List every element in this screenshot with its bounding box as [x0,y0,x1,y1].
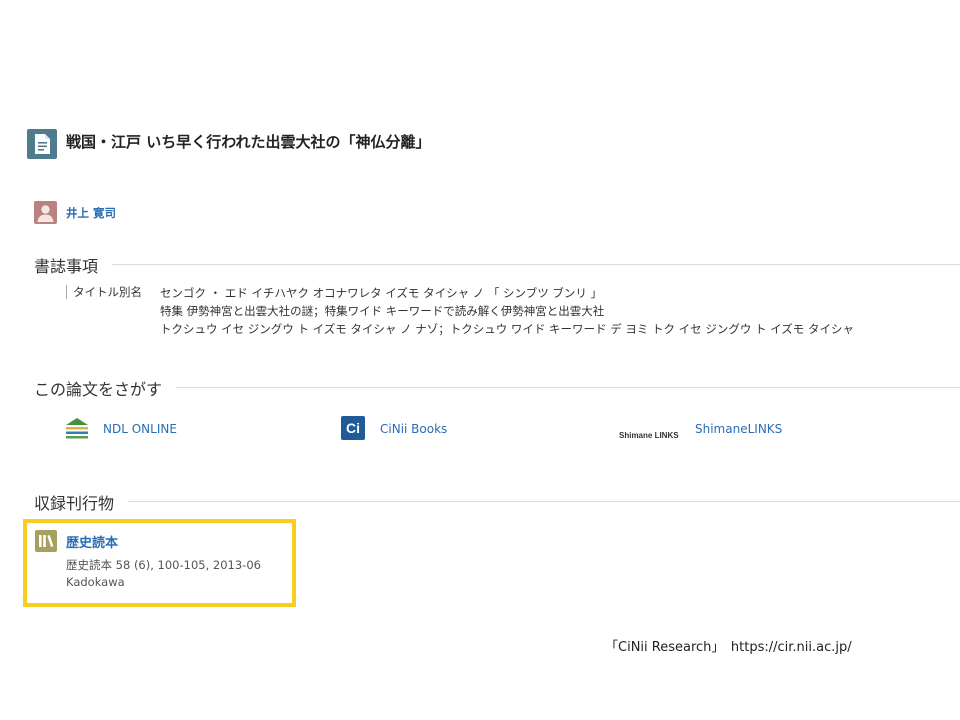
alt-title-special-feature-kana: トクシュウ イセ ジングウ ト イズモ タイシャ ノ ナゾ；トクシュウ ワイド … [160,322,854,336]
shimane-links-link[interactable]: ShimaneLINKS [695,422,782,436]
author-link[interactable]: 井上 寛司 [66,205,116,221]
shimane-links-logo[interactable]: Shimane LINKS [619,423,687,440]
journal-heading: 収録刊行物 [34,490,129,514]
books-icon [35,530,57,552]
section-divider [34,501,960,502]
find-heading: この論文をさがす [34,376,177,400]
section-divider [34,264,960,265]
journal-publisher: Kadokawa [66,575,125,589]
cinii-books-link[interactable]: CiNii Books [380,422,447,436]
journal-title-link[interactable]: 歴史読本 [66,532,118,551]
alt-title-label: タイトル別名 [66,285,142,299]
cinii-icon[interactable]: Ci [341,416,365,440]
cinii-icon-text: Ci [346,420,360,436]
shimane-links-logo-text: Shimane LINKS [619,431,679,440]
ndl-icon[interactable] [64,416,90,440]
ndl-online-link[interactable]: NDL ONLINE [103,422,177,436]
bibliography-heading: 書誌事項 [34,253,113,277]
alt-title-special-feature: 特集 伊勢神宮と出雲大社の謎；特集ワイド キーワードで読み解く伊勢神宮と出雲大社 [160,304,605,318]
article-icon [27,129,57,159]
alt-title-kana: センゴク ・ エド イチハヤク オコナワレタ イズモ タイシャ ノ 「 シンブツ… [160,286,603,300]
page-title: 戦国・江戸 いち早く行われた出雲大社の「神仏分離」 [66,133,431,151]
person-avatar-icon [34,201,57,224]
source-caption: 「CiNii Research」 https://cir.nii.ac.jp/ [605,640,852,655]
journal-citation: 歴史読本 58 (6), 100-105, 2013-06 [66,558,261,572]
